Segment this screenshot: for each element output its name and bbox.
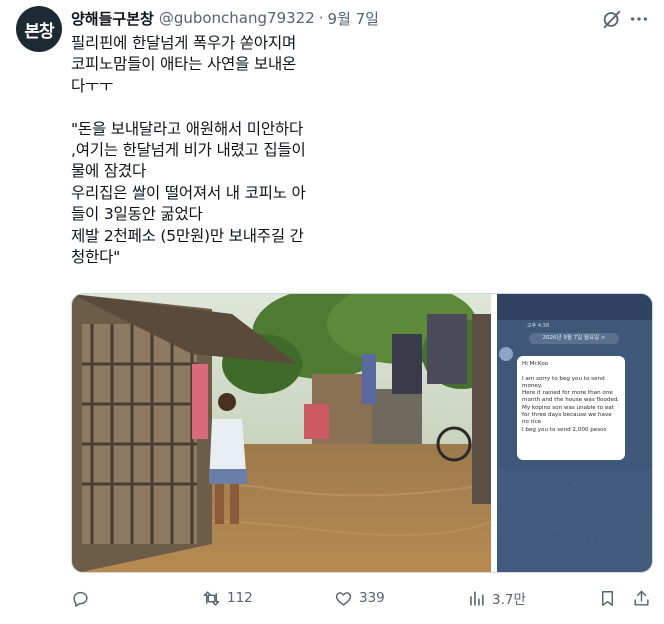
user-handle[interactable]: @gubonchang79322 [159, 9, 315, 27]
bookmark-button[interactable] [598, 587, 617, 609]
separator-dot: · [318, 9, 324, 27]
like-icon [335, 591, 352, 606]
reply-button[interactable] [71, 587, 96, 609]
chat-status-time: 오후 4:38 [527, 323, 550, 329]
media-grid: 오후 4:38 2026년 9월 7일 월요일 > Hi Mr.Koo I am… [71, 293, 653, 573]
views-button[interactable]: 3.7만 [467, 587, 526, 609]
like-button[interactable]: 339 [334, 587, 385, 609]
chat-avatar [499, 347, 513, 361]
tweet-header: 양해들구본창 @gubonchang79322 · 9월 7일 [71, 8, 379, 28]
share-icon [634, 590, 649, 606]
flood-photo[interactable] [72, 294, 491, 573]
more-icon[interactable] [628, 8, 650, 30]
action-bar: 112 339 3.7만 [0, 587, 664, 609]
display-name[interactable]: 양해들구본창 [71, 8, 154, 29]
chat-screenshot[interactable]: 오후 4:38 2026년 9월 7일 월요일 > Hi Mr.Koo I am… [497, 294, 652, 572]
avatar[interactable]: 본창 [16, 6, 62, 52]
like-count: 339 [359, 590, 385, 606]
tweet-date[interactable]: 9월 7일 [328, 8, 379, 29]
chat-message-bubble: Hi Mr.Koo I am sorry to beg you to send … [517, 356, 625, 460]
tweet: 본창 양해들구본창 @gubonchang79322 · 9월 7일 필리핀에 … [0, 0, 664, 624]
share-button[interactable] [632, 587, 651, 609]
retweet-icon [203, 590, 220, 606]
reply-icon [73, 591, 88, 607]
grok-icon[interactable] [601, 8, 623, 30]
chat-background-texture [497, 469, 652, 572]
retweet-button[interactable]: 112 [202, 587, 253, 609]
chat-message-text: Hi Mr.Koo I am sorry to beg you to send … [522, 361, 620, 433]
tweet-text: 필리핀에 한달넘게 폭우가 쏟아지며 코피노맘들이 애타는 사연을 보내온 다ㅜ… [71, 34, 306, 267]
views-count: 3.7만 [492, 592, 526, 608]
retweet-count: 112 [227, 590, 253, 606]
chat-topbar [497, 294, 652, 320]
views-icon [470, 590, 484, 606]
bookmark-icon [602, 590, 613, 606]
chat-date-label: 2026년 9월 7일 월요일 > [529, 333, 619, 344]
